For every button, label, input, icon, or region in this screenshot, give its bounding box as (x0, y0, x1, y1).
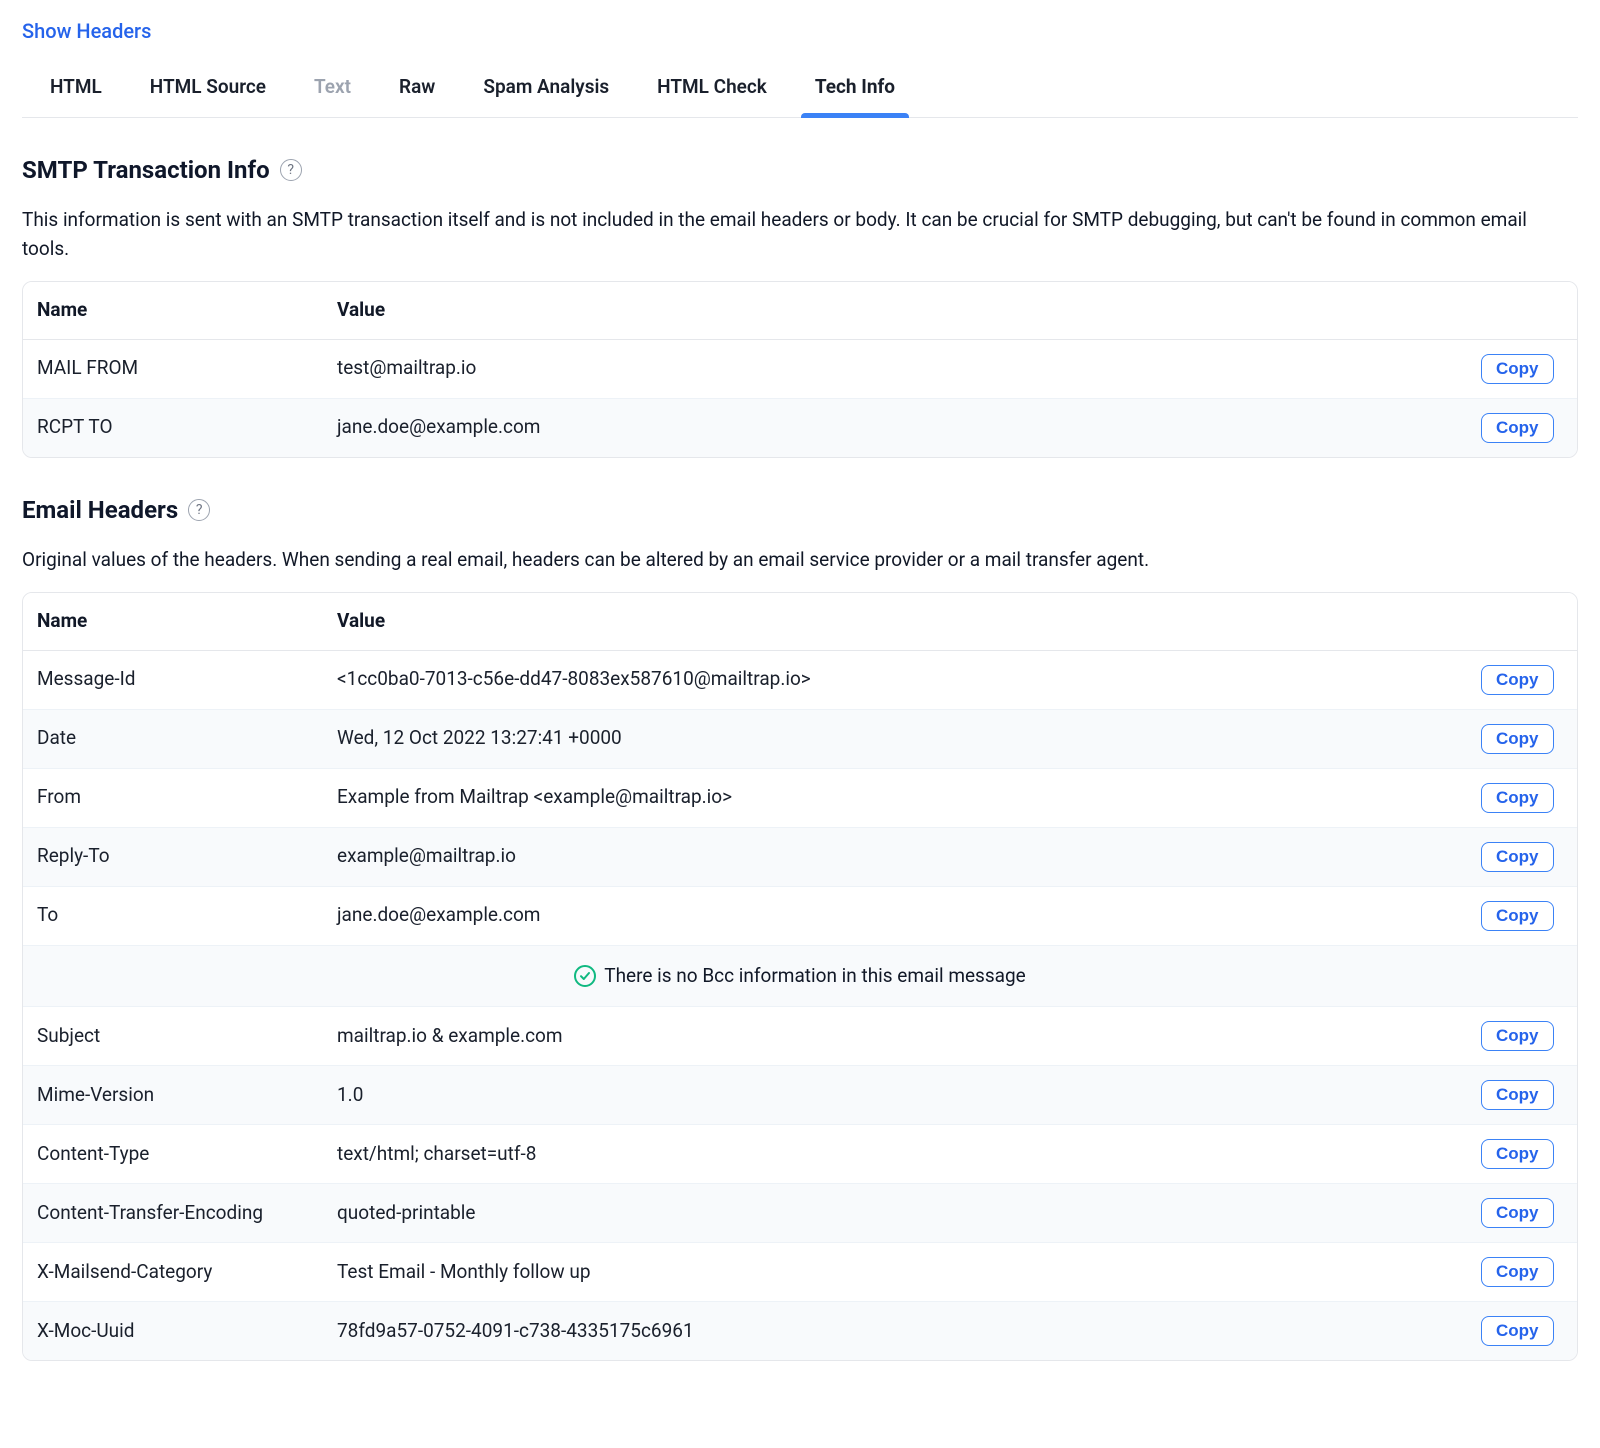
row-name: Mime-Version (23, 1065, 323, 1124)
table-row: MAIL FROMtest@mailtrap.io Copy (23, 340, 1577, 398)
row-value: Wed, 12 Oct 2022 13:27:41 +0000 (323, 709, 1467, 768)
smtp-table: Name Value MAIL FROMtest@mailtrap.io Copy… (22, 281, 1578, 458)
col-header-value: Value (323, 282, 1467, 340)
check-circle-icon (574, 965, 596, 987)
copy-button[interactable]: Copy (1481, 783, 1554, 813)
row-name: X-Moc-Uuid (23, 1301, 323, 1360)
copy-button[interactable]: Copy (1481, 413, 1554, 443)
email-headers-section: Email Headers ? Original values of the h… (22, 492, 1578, 1362)
copy-button[interactable]: Copy (1481, 1080, 1554, 1110)
row-value: jane.doe@example.com (323, 398, 1467, 457)
row-value: 1.0 (323, 1065, 1467, 1124)
row-name: Content-Transfer-Encoding (23, 1183, 323, 1242)
row-value: mailtrap.io & example.com (323, 1006, 1467, 1065)
row-name: X-Mailsend-Category (23, 1242, 323, 1301)
row-name: Content-Type (23, 1124, 323, 1183)
smtp-description: This information is sent with an SMTP tr… (22, 206, 1578, 263)
copy-button[interactable]: Copy (1481, 1021, 1554, 1051)
copy-button[interactable]: Copy (1481, 842, 1554, 872)
tab-spam-analysis[interactable]: Spam Analysis (483, 73, 609, 118)
table-row: Message-Id<1cc0ba0-7013-c56e-dd47-8083ex… (23, 651, 1577, 709)
copy-button[interactable]: Copy (1481, 1139, 1554, 1169)
smtp-section: SMTP Transaction Info ? This information… (22, 152, 1578, 458)
table-row: FromExample from Mailtrap <example@mailt… (23, 768, 1577, 827)
copy-button[interactable]: Copy (1481, 901, 1554, 931)
row-name: MAIL FROM (23, 340, 323, 398)
table-row: Subjectmailtrap.io & example.com Copy (23, 1006, 1577, 1065)
copy-button[interactable]: Copy (1481, 665, 1554, 695)
row-value: quoted-printable (323, 1183, 1467, 1242)
row-name: Date (23, 709, 323, 768)
copy-button[interactable]: Copy (1481, 724, 1554, 754)
col-header-name: Name (23, 282, 323, 340)
copy-button[interactable]: Copy (1481, 354, 1554, 384)
table-row: RCPT TOjane.doe@example.com Copy (23, 398, 1577, 457)
bcc-notice-text: There is no Bcc information in this emai… (604, 962, 1026, 991)
col-header-value: Value (323, 593, 1467, 651)
table-row: Content-Transfer-Encodingquoted-printabl… (23, 1183, 1577, 1242)
row-name: RCPT TO (23, 398, 323, 457)
row-name: Reply-To (23, 827, 323, 886)
row-value: Example from Mailtrap <example@mailtrap.… (323, 768, 1467, 827)
row-value: text/html; charset=utf-8 (323, 1124, 1467, 1183)
row-name: To (23, 886, 323, 945)
row-name: Message-Id (23, 651, 323, 709)
row-value: <1cc0ba0-7013-c56e-dd47-8083ex587610@mai… (323, 651, 1467, 709)
table-row: DateWed, 12 Oct 2022 13:27:41 +0000 Copy (23, 709, 1577, 768)
row-name: Subject (23, 1006, 323, 1065)
col-header-name: Name (23, 593, 323, 651)
email-headers-description: Original values of the headers. When sen… (22, 546, 1578, 575)
tab-text[interactable]: Text (314, 73, 351, 118)
row-value: Test Email - Monthly follow up (323, 1242, 1467, 1301)
table-row: X-Moc-Uuid78fd9a57-0752-4091-c738-433517… (23, 1301, 1577, 1360)
row-value: jane.doe@example.com (323, 886, 1467, 945)
copy-button[interactable]: Copy (1481, 1198, 1554, 1228)
row-value: test@mailtrap.io (323, 340, 1467, 398)
help-icon[interactable]: ? (280, 159, 302, 181)
table-row: Content-Typetext/html; charset=utf-8 Copy (23, 1124, 1577, 1183)
email-headers-table: Name Value Message-Id<1cc0ba0-7013-c56e-… (22, 592, 1578, 1361)
bcc-notice-row: There is no Bcc information in this emai… (23, 945, 1577, 1007)
copy-button[interactable]: Copy (1481, 1316, 1554, 1346)
tab-tech-info[interactable]: Tech Info (815, 73, 895, 118)
copy-button[interactable]: Copy (1481, 1257, 1554, 1287)
row-value: example@mailtrap.io (323, 827, 1467, 886)
row-name: From (23, 768, 323, 827)
smtp-title: SMTP Transaction Info (22, 152, 270, 188)
table-row: Reply-Toexample@mailtrap.io Copy (23, 827, 1577, 886)
table-row: Mime-Version1.0 Copy (23, 1065, 1577, 1124)
tab-html[interactable]: HTML (50, 73, 102, 118)
table-row: X-Mailsend-CategoryTest Email - Monthly … (23, 1242, 1577, 1301)
show-headers-link[interactable]: Show Headers (22, 19, 151, 43)
email-headers-title: Email Headers (22, 492, 178, 528)
tab-raw[interactable]: Raw (399, 73, 435, 118)
tabs-nav: HTML HTML Source Text Raw Spam Analysis HTML … (22, 55, 1578, 119)
tab-html-source[interactable]: HTML Source (150, 73, 266, 118)
row-value: 78fd9a57-0752-4091-c738-4335175c6961 (323, 1301, 1467, 1360)
table-row: Tojane.doe@example.com Copy (23, 886, 1577, 945)
tab-html-check[interactable]: HTML Check (657, 73, 767, 118)
help-icon[interactable]: ? (188, 499, 210, 521)
